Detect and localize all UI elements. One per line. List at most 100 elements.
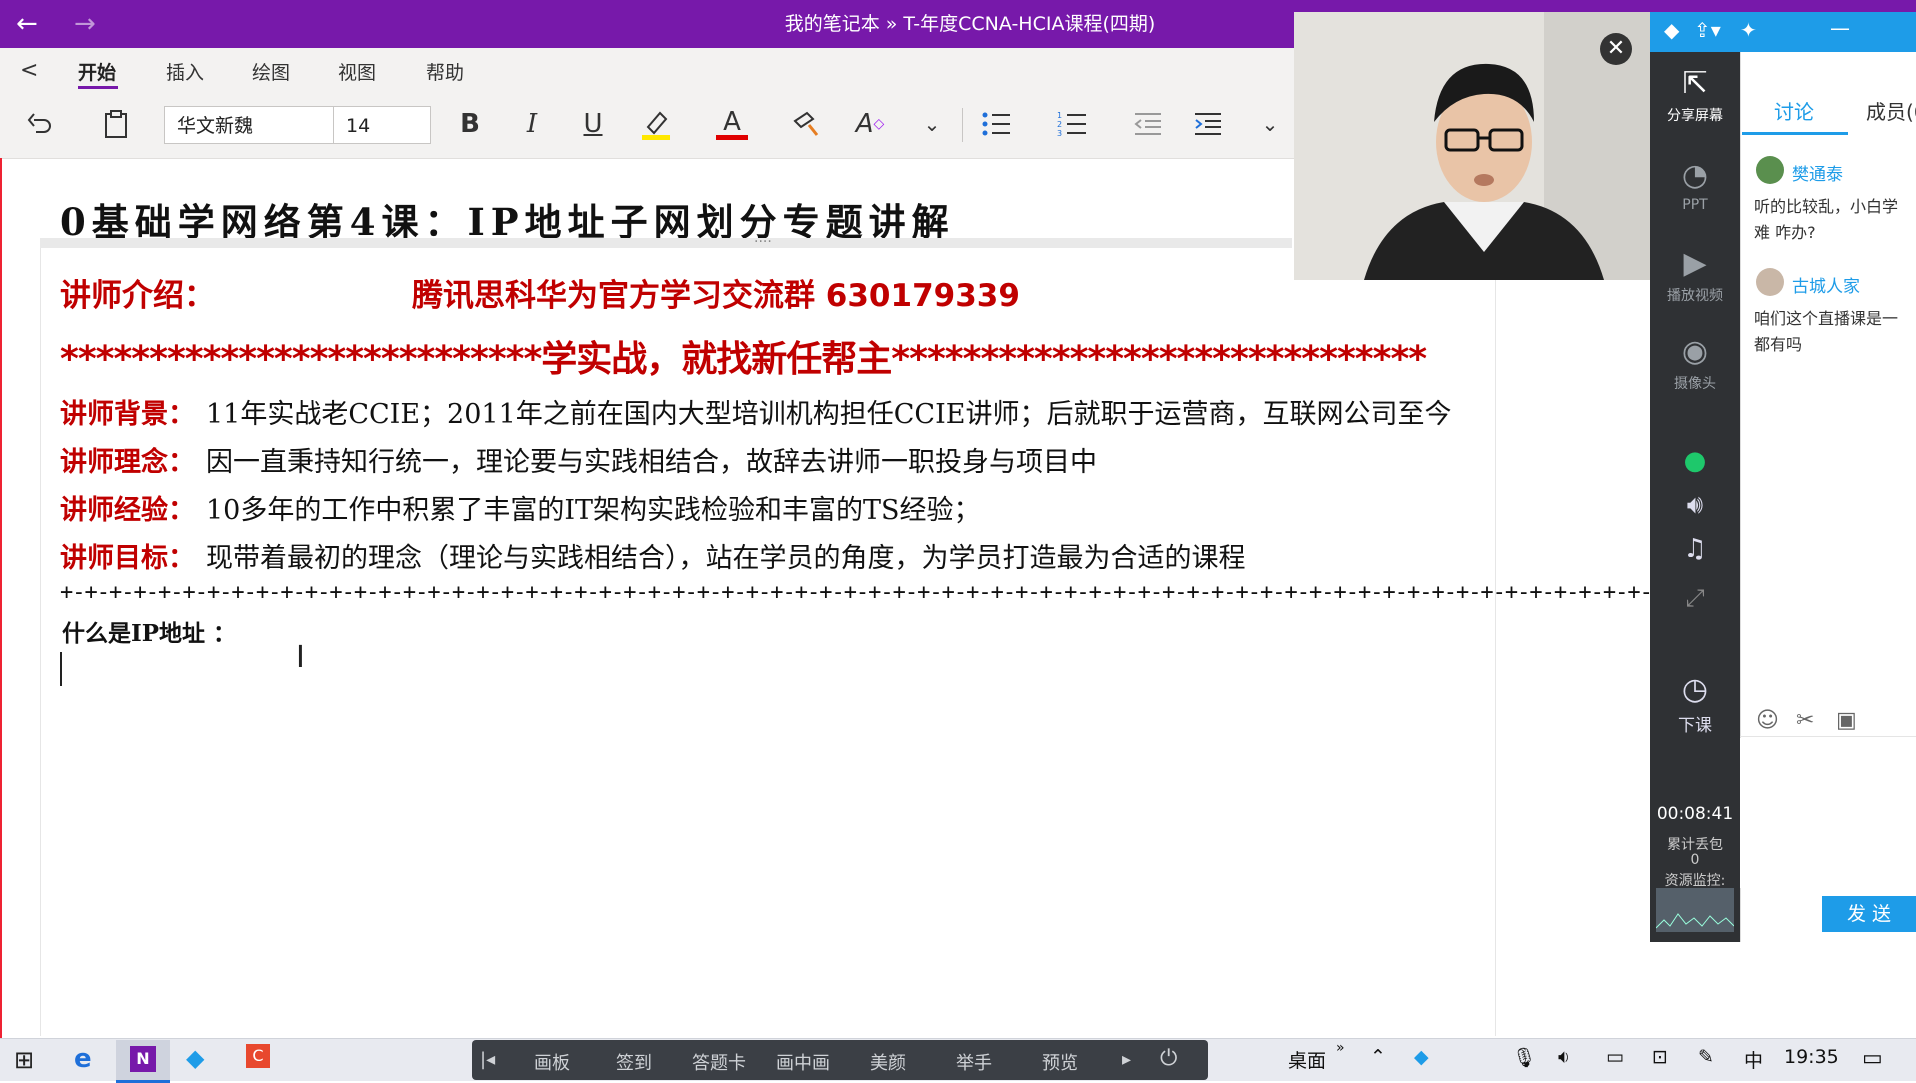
- more-options-chevron-icon[interactable]: ⌄: [1250, 104, 1290, 144]
- tab-members[interactable]: 成员(6: [1866, 96, 1916, 125]
- class-toolbar: [472, 1040, 1208, 1080]
- speaker-icon[interactable]: 🔊︎: [1650, 490, 1740, 521]
- emoji-icon[interactable]: ☺: [1756, 708, 1779, 733]
- chat-user-name[interactable]: 樊通泰: [1792, 160, 1843, 185]
- tray-network-icon[interactable]: ⊡: [1652, 1046, 1668, 1068]
- pin-icon[interactable]: ✦: [1740, 18, 1757, 42]
- divider-line: +-+-+-+-+-+-+-+-+-+-+-+-+-+-+-+-+-+-+-+-…: [60, 580, 1775, 605]
- background-label: 讲师背景：: [60, 399, 195, 430]
- collapse-class-bar-icon[interactable]: |◂: [480, 1049, 495, 1070]
- format-painter-icon[interactable]: [786, 104, 826, 144]
- chevron-down-icon[interactable]: ⌄: [912, 104, 952, 144]
- font-name-field[interactable]: 华文新魏: [164, 106, 334, 144]
- text-caret: [60, 652, 62, 686]
- end-class-icon: ◷: [1681, 672, 1709, 707]
- tab-draw[interactable]: 绘图: [252, 58, 290, 85]
- app-logo-icon: ◆: [1664, 18, 1680, 42]
- forward-arrow-icon[interactable]: →: [74, 6, 96, 42]
- microphone-icon[interactable]: ●: [1650, 446, 1740, 476]
- clock[interactable]: 19:35: [1784, 1046, 1839, 1068]
- packet-loss-label: 累计丢包: [1667, 837, 1723, 853]
- camera-tool[interactable]: ◉ 摄像头: [1650, 334, 1740, 393]
- window-title: 我的笔记本 » T-年度CCNA-HCIA课程(四期): [784, 13, 1156, 35]
- play-video-tool[interactable]: ▶ 播放视频: [1650, 246, 1740, 305]
- send-button[interactable]: 发 送: [1822, 896, 1916, 932]
- ibeam-cursor-icon: I: [296, 640, 305, 675]
- bold-button[interactable]: B: [450, 104, 490, 144]
- desktop-toolbar[interactable]: 桌面: [1288, 1046, 1326, 1073]
- font-color-button[interactable]: A: [712, 104, 752, 144]
- image-icon[interactable]: ▣: [1836, 708, 1857, 733]
- packet-loss-value: 0: [1690, 852, 1700, 868]
- question-text[interactable]: 什么是IP地址 ：: [62, 614, 236, 648]
- camera-label: 摄像头: [1674, 376, 1716, 392]
- input-method-indicator[interactable]: 中: [1744, 1046, 1763, 1073]
- tab-insert[interactable]: 插入: [166, 58, 204, 85]
- chat-input[interactable]: [1740, 738, 1916, 888]
- tray-pen-icon[interactable]: ✎: [1698, 1046, 1714, 1068]
- class-bar-play-icon[interactable]: ▸: [1122, 1049, 1131, 1070]
- svg-text:1: 1: [1057, 111, 1062, 120]
- class-bar-checkin[interactable]: 签到: [616, 1049, 652, 1075]
- start-icon[interactable]: ⊞: [14, 1046, 34, 1074]
- onenote-taskbar-item[interactable]: N: [116, 1040, 170, 1083]
- classroom-app-icon[interactable]: ◆: [186, 1044, 204, 1072]
- play-video-label: 播放视频: [1667, 288, 1723, 304]
- numbered-list-icon[interactable]: 123: [1052, 104, 1092, 144]
- group-info-text: 腾讯思科华为官方学习交流群 630179339: [412, 278, 1020, 314]
- drag-handle-icon[interactable]: ····: [754, 234, 772, 250]
- tab-home[interactable]: 开始: [78, 58, 116, 85]
- tab-discussion[interactable]: 讨论: [1774, 96, 1814, 125]
- notification-icon[interactable]: ▭: [1862, 1046, 1883, 1071]
- increase-indent-icon[interactable]: [1188, 104, 1228, 144]
- ppt-tool[interactable]: ◔ PPT: [1650, 158, 1740, 213]
- tray-volume-icon[interactable]: 🔉︎: [1558, 1046, 1570, 1068]
- tray-microphone-icon[interactable]: 🎙︎: [1512, 1046, 1536, 1069]
- underline-button[interactable]: U: [573, 104, 613, 144]
- class-bar-beauty[interactable]: 美颜: [870, 1049, 906, 1075]
- class-bar-raise-hand[interactable]: 举手: [956, 1049, 992, 1075]
- font-size-field[interactable]: 14: [333, 106, 431, 144]
- share-screen-tool[interactable]: ⇱ 分享屏幕: [1650, 66, 1740, 125]
- bullet-list-icon[interactable]: [976, 104, 1016, 144]
- scissors-icon[interactable]: ✂: [1796, 708, 1814, 733]
- italic-button[interactable]: I: [512, 104, 552, 144]
- power-icon[interactable]: ⏻: [1160, 1046, 1177, 1071]
- styles-letter: A: [855, 109, 874, 139]
- tray-classroom-icon[interactable]: ◆: [1414, 1046, 1429, 1068]
- tab-help[interactable]: 帮助: [426, 58, 464, 85]
- back-arrow-icon[interactable]: ←: [16, 6, 38, 42]
- ribbon-back-icon[interactable]: <: [20, 58, 38, 83]
- end-class-button[interactable]: ◷ 下课: [1650, 672, 1740, 736]
- close-video-icon[interactable]: ✕: [1600, 33, 1632, 65]
- panel-top-bar: ◆ ⇪▾ ✦ —: [1650, 12, 1916, 52]
- background-text: 11年实战老CCIE；2011年之前在国内大型培训机构担任CCIE讲师；后就职于…: [206, 399, 1452, 430]
- end-class-label: 下课: [1678, 716, 1712, 736]
- share-out-icon[interactable]: ⇪▾: [1694, 18, 1721, 42]
- eraser-icon: ◇: [873, 116, 885, 132]
- music-icon[interactable]: ♫: [1650, 534, 1740, 564]
- class-bar-answer-card[interactable]: 答题卡: [692, 1049, 746, 1075]
- clipboard-icon[interactable]: [96, 104, 136, 144]
- decrease-indent-icon[interactable]: [1128, 104, 1168, 144]
- chat-message: 咱们这个直播课是一 都有吗: [1754, 309, 1899, 354]
- edge-browser-icon[interactable]: e: [74, 1044, 92, 1074]
- styles-button[interactable]: A ◇: [850, 104, 890, 144]
- tray-battery-icon[interactable]: ▭: [1606, 1046, 1624, 1068]
- webcam-video[interactable]: [1294, 12, 1650, 280]
- undo-icon[interactable]: [20, 104, 60, 144]
- class-bar-whiteboard[interactable]: 画板: [534, 1049, 570, 1075]
- tab-view[interactable]: 视图: [338, 58, 376, 85]
- highlighter-icon[interactable]: [636, 104, 676, 144]
- minimize-icon[interactable]: —: [1830, 16, 1850, 40]
- class-bar-preview[interactable]: 预览: [1042, 1049, 1078, 1075]
- tray-chevron-icon[interactable]: ⌃: [1370, 1046, 1386, 1068]
- font-color-letter: A: [723, 106, 741, 137]
- chat-user-name[interactable]: 古城人家: [1792, 272, 1860, 297]
- chat-input-divider: [1740, 736, 1916, 737]
- ppt-label: PPT: [1682, 197, 1708, 213]
- fullscreen-icon[interactable]: ⤢: [1650, 584, 1740, 612]
- class-bar-pip[interactable]: 画中画: [776, 1049, 830, 1075]
- desktop-expand-icon[interactable]: »: [1336, 1040, 1345, 1056]
- recording-app-icon[interactable]: C: [246, 1044, 270, 1068]
